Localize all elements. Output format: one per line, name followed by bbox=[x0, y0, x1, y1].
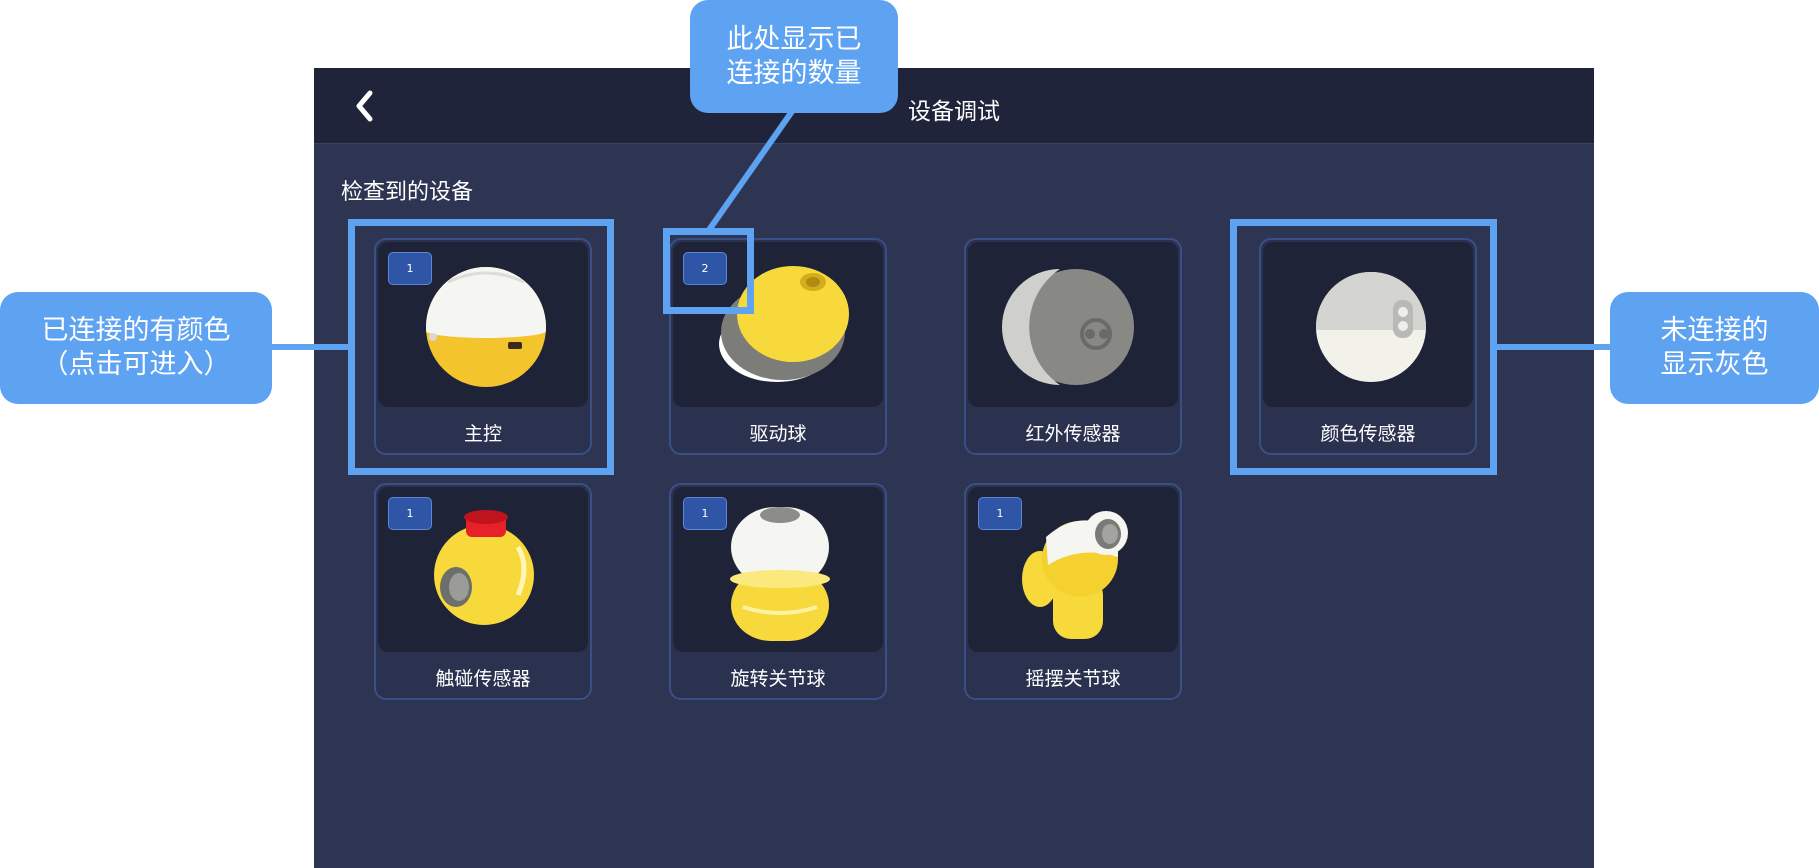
device-image: 1 bbox=[378, 487, 588, 652]
callout-connected-note: 已连接的有颜色 （点击可进入） bbox=[0, 292, 272, 404]
device-label: 触碰传感器 bbox=[435, 668, 531, 690]
device-card-color-sensor[interactable]: 颜色传感器 bbox=[1259, 238, 1477, 455]
top-bar: 设备调试 bbox=[314, 68, 1594, 144]
callout-line-2: 连接的数量 bbox=[726, 57, 862, 89]
device-image: 1 bbox=[378, 242, 588, 407]
device-card-main-controller[interactable]: 1 主控 bbox=[374, 238, 592, 455]
callout-count-note: 此处显示已 连接的数量 bbox=[690, 0, 898, 113]
device-label: 摇摆关节球 bbox=[1025, 668, 1121, 690]
color-sensor-ball-icon bbox=[1316, 272, 1426, 382]
device-label: 红外传感器 bbox=[1025, 423, 1121, 445]
device-image: 2 bbox=[673, 242, 883, 407]
app-window: 设备调试 检查到的设备 1 主控 2 驱动球 红外传感器 颜色传感器 1 触碰传… bbox=[314, 68, 1594, 868]
device-image: 1 bbox=[968, 487, 1178, 652]
device-card-infrared-sensor[interactable]: 红外传感器 bbox=[964, 238, 1182, 455]
device-label: 旋转关节球 bbox=[730, 668, 826, 690]
device-card-drive-ball[interactable]: 2 驱动球 bbox=[669, 238, 887, 455]
connected-count-badge: 1 bbox=[683, 497, 727, 530]
section-title: 检查到的设备 bbox=[341, 180, 474, 205]
connected-count-badge: 2 bbox=[683, 252, 727, 285]
device-card-swing-joint[interactable]: 1 摇摆关节球 bbox=[964, 483, 1182, 700]
callout-line-1: 未连接的 bbox=[1660, 315, 1769, 346]
callout-line-1: 此处显示已 bbox=[726, 23, 862, 55]
callout-line-2: 显示灰色 bbox=[1660, 349, 1769, 380]
connected-count-badge: 1 bbox=[388, 497, 432, 530]
callout-line-2: （点击可进入） bbox=[41, 349, 231, 380]
device-label: 颜色传感器 bbox=[1320, 423, 1416, 445]
device-image bbox=[1263, 242, 1473, 407]
device-card-touch-sensor[interactable]: 1 触碰传感器 bbox=[374, 483, 592, 700]
device-image bbox=[968, 242, 1178, 407]
device-card-rotate-joint[interactable]: 1 旋转关节球 bbox=[669, 483, 887, 700]
connected-count-badge: 1 bbox=[388, 252, 432, 285]
callout-disconnected-note: 未连接的 显示灰色 bbox=[1610, 292, 1819, 404]
connector-line-left bbox=[270, 344, 350, 350]
connector-line-right bbox=[1496, 344, 1611, 350]
infrared-sensor-ball-icon bbox=[1002, 269, 1134, 385]
callout-line-1: 已连接的有颜色 bbox=[41, 315, 231, 346]
connected-count-badge: 1 bbox=[978, 497, 1022, 530]
page-title: 设备调试 bbox=[908, 99, 1000, 125]
device-label: 驱动球 bbox=[749, 423, 807, 445]
connector-line-top bbox=[706, 108, 796, 232]
device-image: 1 bbox=[673, 487, 883, 652]
device-label: 主控 bbox=[463, 423, 502, 445]
